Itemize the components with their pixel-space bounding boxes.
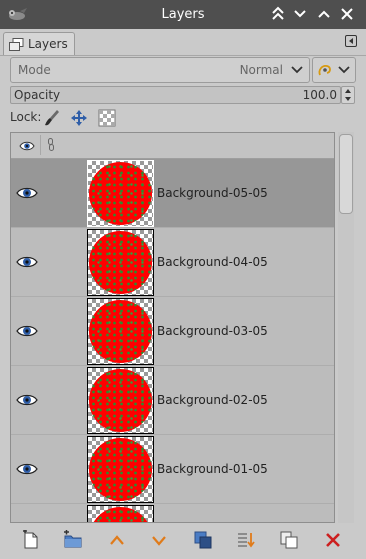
layer-row[interactable]: Background-01-05 (11, 435, 334, 504)
spin-down-icon[interactable] (345, 97, 351, 101)
thumbnail-content (89, 507, 152, 522)
tab-layers[interactable]: Layers (3, 32, 75, 56)
divider (0, 55, 366, 56)
layer-row[interactable]: Background-04-05 (11, 228, 334, 297)
dock-tabbar: Layers (0, 29, 366, 56)
thumbnail-content (89, 300, 152, 363)
window-title: Layers (161, 7, 205, 22)
layers-list: Background-05-05 Background-04-05 Backgrou… (10, 132, 335, 523)
chevron-up-icon[interactable] (314, 5, 334, 23)
layers-scrollbar[interactable] (338, 132, 354, 523)
thumbnail-content (89, 369, 152, 432)
opacity-spinner[interactable] (341, 86, 355, 104)
layer-name[interactable]: Background-01-05 (157, 462, 268, 476)
layer-name[interactable]: Background-05-05 (157, 186, 268, 200)
duplicate-layer-icon[interactable] (193, 530, 213, 550)
layer-name[interactable]: Background-04-05 (157, 255, 268, 269)
chevron-down-icon[interactable] (290, 5, 310, 23)
divider (40, 135, 41, 155)
mode-value: Normal (239, 63, 283, 77)
layer-thumbnail[interactable] (87, 298, 154, 365)
chevron-down-icon (338, 66, 350, 74)
scrollbar-thumb[interactable] (339, 134, 353, 214)
visibility-header-icon[interactable] (19, 140, 35, 152)
composite-mode-button[interactable] (312, 57, 356, 83)
layer-thumbnail[interactable] (87, 229, 154, 296)
layer-row[interactable]: Background-02-05 (11, 366, 334, 435)
list-header (11, 133, 334, 159)
layer-row[interactable]: Background-03-05 (11, 297, 334, 366)
composite-mode-icon (318, 64, 331, 76)
layer-thumbnail[interactable] (87, 160, 154, 227)
layer-thumbnail[interactable] (87, 436, 154, 503)
chain-link-icon[interactable] (46, 138, 56, 152)
dock-menu-icon[interactable] (345, 35, 357, 47)
thumbnail-content (89, 162, 152, 225)
lock-pixels-icon[interactable] (43, 109, 61, 127)
layer-thumbnail[interactable] (87, 367, 154, 434)
lock-alpha-icon[interactable] (98, 109, 116, 127)
eye-visibility-icon[interactable] (16, 186, 38, 203)
layer-name[interactable]: Background-03-05 (157, 324, 268, 338)
layer-row[interactable] (11, 504, 334, 522)
lock-position-icon[interactable] (70, 109, 88, 127)
eye-visibility-icon[interactable] (16, 462, 38, 479)
tab-label: Layers (28, 37, 68, 51)
eye-visibility-icon[interactable] (16, 255, 38, 272)
thumbnail-content (89, 438, 152, 501)
opacity-label: Opacity (14, 88, 61, 102)
layer-thumbnail[interactable] (87, 505, 154, 522)
layer-row[interactable]: Background-05-05 (11, 159, 334, 228)
spin-up-icon[interactable] (345, 89, 351, 93)
raise-layer-icon[interactable] (107, 530, 127, 550)
merge-down-icon[interactable] (236, 530, 256, 550)
lock-row: Lock: (10, 109, 130, 127)
layer-name[interactable]: Background-02-05 (157, 393, 268, 407)
eye-visibility-icon[interactable] (16, 324, 38, 341)
new-layer-group-icon[interactable] (63, 530, 83, 550)
opacity-value: 100.0 (302, 88, 337, 102)
delete-layer-icon[interactable] (323, 530, 343, 550)
mode-select[interactable]: Mode Normal (10, 57, 310, 83)
window-titlebar: Layers (0, 0, 366, 29)
lower-layer-icon[interactable] (149, 530, 169, 550)
layers-icon (9, 38, 24, 51)
mode-label: Mode (18, 63, 51, 77)
new-layer-icon[interactable] (21, 530, 41, 550)
shade-up-icon[interactable] (268, 5, 288, 23)
layer-actions-bar (0, 526, 366, 554)
thumbnail-content (89, 231, 152, 294)
lock-label: Lock: (10, 110, 42, 124)
eye-visibility-icon[interactable] (16, 393, 38, 410)
anchor-layer-icon[interactable] (279, 530, 299, 550)
opacity-slider[interactable]: Opacity 100.0 (10, 86, 341, 104)
chevron-down-icon (291, 66, 303, 74)
close-icon[interactable] (337, 5, 357, 23)
